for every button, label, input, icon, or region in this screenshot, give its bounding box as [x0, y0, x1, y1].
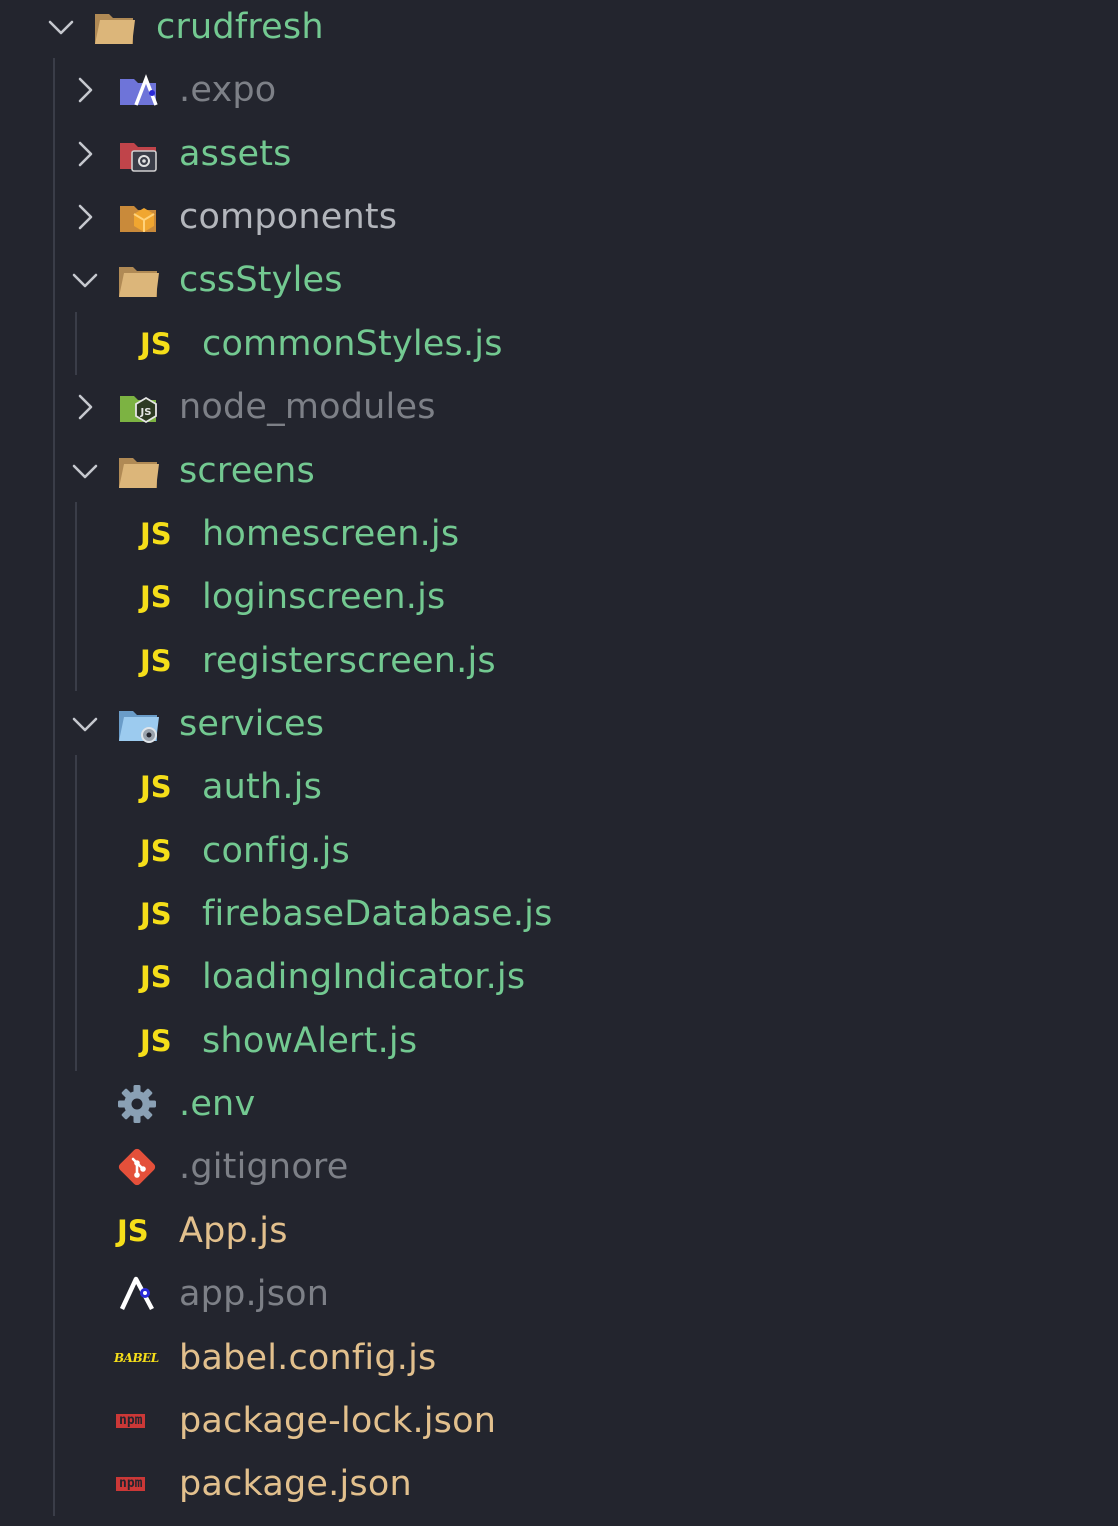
tree-item-label: package.json	[179, 1463, 412, 1504]
folder-open-icon	[92, 4, 138, 50]
tree-item-components[interactable]: components	[0, 185, 1118, 248]
chevron-right-icon[interactable]	[70, 139, 100, 169]
tree-item-label: config.js	[202, 830, 350, 871]
tree-item-config-js[interactable]: JS config.js	[0, 819, 1118, 882]
js-file-icon: JS	[140, 1023, 172, 1058]
services-folder-icon	[116, 701, 162, 747]
babel-icon: BABEL	[114, 1350, 159, 1365]
tree-item-firebasedatabase-js[interactable]: JS firebaseDatabase.js	[0, 882, 1118, 945]
tree-item-label: node_modules	[179, 386, 436, 427]
tree-item-label: package-lock.json	[179, 1400, 497, 1441]
tree-item-label: crudfresh	[156, 6, 324, 47]
tree-item-label: app.json	[179, 1273, 330, 1314]
folder-open-icon	[116, 257, 162, 303]
js-file-icon: JS	[140, 326, 172, 361]
tree-item-label: .gitignore	[179, 1146, 349, 1187]
gear-icon	[114, 1081, 160, 1127]
chevron-right-icon[interactable]	[70, 75, 100, 105]
tree-item-label: babel.config.js	[179, 1337, 437, 1378]
tree-item-label: .expo	[179, 69, 277, 110]
tree-item-label: loginscreen.js	[202, 576, 446, 617]
tree-item-label: assets	[179, 133, 292, 174]
expo-folder-icon	[116, 67, 162, 113]
tree-item-label: cssStyles	[179, 259, 343, 300]
tree-item-package-json[interactable]: npm package.json	[0, 1452, 1118, 1515]
tree-item-crudfresh[interactable]: crudfresh	[0, 0, 1118, 58]
tree-item-expo[interactable]: .expo	[0, 58, 1118, 121]
js-file-icon: JS	[140, 833, 172, 868]
tree-item-app-json[interactable]: app.json	[0, 1262, 1118, 1325]
tree-item-package-lock-json[interactable]: npm package-lock.json	[0, 1389, 1118, 1452]
components-folder-icon	[116, 194, 162, 240]
js-file-icon: JS	[140, 579, 172, 614]
npm-icon: npm	[114, 1461, 162, 1507]
chevron-down-icon[interactable]	[70, 265, 100, 295]
js-file-icon: JS	[140, 643, 172, 678]
js-file-icon: JS	[140, 769, 172, 804]
npm-icon: npm	[114, 1398, 162, 1444]
expo-icon	[114, 1271, 160, 1317]
tree-item-env[interactable]: .env	[0, 1072, 1118, 1135]
js-file-icon: JS	[140, 896, 172, 931]
tree-item-label: screens	[179, 450, 315, 491]
tree-item-auth-js[interactable]: JS auth.js	[0, 755, 1118, 818]
tree-item-label: registerscreen.js	[202, 640, 496, 681]
tree-item-loginscreen-js[interactable]: JS loginscreen.js	[0, 565, 1118, 628]
tree-item-label: .env	[179, 1083, 256, 1124]
chevron-down-icon[interactable]	[46, 12, 76, 42]
assets-folder-icon	[116, 131, 162, 177]
tree-item-label: App.js	[179, 1210, 288, 1251]
tree-item-babel-config-js[interactable]: BABEL babel.config.js	[0, 1326, 1118, 1389]
js-file-icon: JS	[117, 1213, 149, 1248]
tree-item-gitignore[interactable]: .gitignore	[0, 1135, 1118, 1198]
tree-item-services[interactable]: services	[0, 692, 1118, 755]
tree-item-label: loadingIndicator.js	[202, 956, 526, 997]
tree-item-loadingindicator-js[interactable]: JS loadingIndicator.js	[0, 945, 1118, 1008]
js-file-icon: JS	[140, 516, 172, 551]
tree-item-label: services	[179, 703, 325, 744]
tree-item-commonstyles-js[interactable]: JS commonStyles.js	[0, 312, 1118, 375]
tree-item-assets[interactable]: assets	[0, 122, 1118, 185]
tree-item-label: auth.js	[202, 766, 323, 807]
tree-item-screens[interactable]: screens	[0, 439, 1118, 502]
chevron-down-icon[interactable]	[70, 456, 100, 486]
git-icon	[114, 1144, 160, 1190]
tree-item-node-modules[interactable]: JS node_modules	[0, 375, 1118, 438]
tree-item-label: homescreen.js	[202, 513, 460, 554]
chevron-right-icon[interactable]	[70, 392, 100, 422]
chevron-right-icon[interactable]	[70, 202, 100, 232]
tree-item-showalert-js[interactable]: JS showAlert.js	[0, 1009, 1118, 1072]
svg-text:JS: JS	[140, 407, 152, 418]
tree-item-label: components	[179, 196, 398, 237]
node-folder-icon: JS	[116, 384, 162, 430]
folder-open-icon	[116, 448, 162, 494]
tree-item-label: firebaseDatabase.js	[202, 893, 553, 934]
tree-item-registerscreen-js[interactable]: JS registerscreen.js	[0, 629, 1118, 692]
tree-item-label: showAlert.js	[202, 1020, 418, 1061]
js-file-icon: JS	[140, 959, 172, 994]
chevron-down-icon[interactable]	[70, 709, 100, 739]
tree-item-cssstyles[interactable]: cssStyles	[0, 248, 1118, 311]
tree-item-app-js[interactable]: JS App.js	[0, 1199, 1118, 1262]
tree-item-label: commonStyles.js	[202, 323, 503, 364]
tree-item-homescreen-js[interactable]: JS homescreen.js	[0, 502, 1118, 565]
